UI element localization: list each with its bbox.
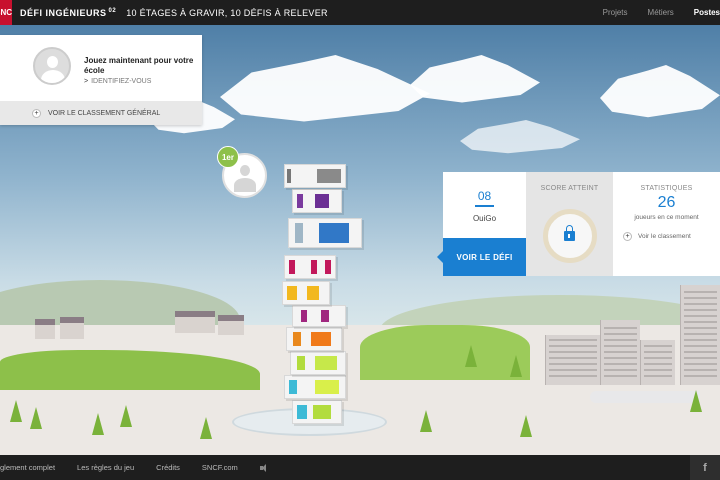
tower-floor-5[interactable] (292, 305, 346, 327)
identify-link[interactable]: > IDENTIFIEZ-VOUS (84, 77, 164, 87)
sncf-logo[interactable]: SNCF (0, 0, 12, 25)
rank-badge: 1er (217, 146, 239, 168)
tower-floor-8[interactable] (288, 218, 362, 248)
tree (520, 415, 532, 437)
players-subtitle: joueurs en ce moment (634, 214, 699, 221)
tree (690, 390, 702, 412)
tree (200, 417, 212, 439)
players-count: 26 (657, 194, 676, 211)
top-bar: SNCF DÉFI INGÉNIEURS02 10 ÉTAGES À GRAVI… (0, 0, 720, 25)
tower-floor-1[interactable] (292, 400, 342, 424)
building (680, 285, 720, 385)
cloud (410, 55, 540, 103)
cloud (220, 55, 430, 122)
level-info: 08 OuiGo VOIR LE DÉFI (437, 172, 526, 276)
level-panel: 08 OuiGo VOIR LE DÉFI SCORE ATTEINT STAT… (437, 172, 720, 276)
house (175, 311, 215, 333)
tower-floor-3[interactable] (290, 351, 346, 375)
tower-floor-6[interactable] (282, 281, 330, 305)
nav-postes[interactable]: Postes (694, 8, 720, 17)
tree (510, 355, 522, 377)
tower-floor-7[interactable] (284, 255, 336, 279)
tower-floor-2[interactable] (284, 375, 346, 399)
house (218, 315, 244, 335)
view-challenge-button[interactable]: VOIR LE DÉFI (437, 238, 526, 276)
level-name: OuiGo (472, 214, 497, 223)
house (35, 319, 55, 339)
level-divider (475, 205, 494, 207)
play-now-title: Jouez maintenant pour votre école (84, 56, 194, 75)
nav-metiers[interactable]: Métiers (648, 8, 674, 17)
general-ranking-button[interactable]: + VOIR LE CLASSEMENT GÉNÉRAL (0, 101, 202, 125)
user-avatar (33, 47, 71, 85)
lock-icon (564, 225, 575, 241)
score-label: SCORE ATTEINT (540, 185, 599, 192)
sound-icon[interactable] (259, 463, 270, 473)
footer-link-sncf[interactable]: SNCF.com (202, 463, 238, 472)
facebook-icon[interactable]: f (690, 455, 720, 480)
view-ranking-link[interactable]: + Voir le classement (623, 232, 718, 241)
tree (420, 410, 432, 432)
footer-bar: glement complet Les règles du jeu Crédit… (0, 455, 720, 480)
building (545, 335, 600, 385)
level-number: 08 (477, 189, 492, 203)
plus-icon: + (623, 232, 632, 241)
tower-floor-9[interactable] (292, 189, 342, 213)
building (600, 320, 640, 385)
footer-link-credits[interactable]: Crédits (156, 463, 180, 472)
top-nav: Projets Métiers Postes (583, 0, 720, 25)
tree (92, 413, 104, 435)
stats-label: STATISTIQUES (640, 185, 693, 192)
chevron-right-icon: > (84, 78, 89, 85)
footer-link-regles[interactable]: Les règles du jeu (77, 463, 134, 472)
tagline: 10 ÉTAGES À GRAVIR, 10 DÉFIS À RELEVER (126, 7, 328, 18)
nav-projets[interactable]: Projets (603, 8, 628, 17)
tower-floor-4[interactable] (286, 327, 342, 351)
score-ring (543, 209, 597, 263)
app-title: DÉFI INGÉNIEURS 02 (20, 7, 117, 18)
cloud (460, 120, 580, 154)
train (590, 391, 700, 403)
tower-floor-10[interactable] (284, 164, 346, 188)
cloud (600, 65, 720, 118)
plus-icon: + (32, 108, 41, 118)
score-section: SCORE ATTEINT (526, 172, 613, 276)
tree (120, 405, 132, 427)
stats-section: STATISTIQUES 26 joueurs en ce moment + V… (613, 172, 720, 276)
footer-link-reglement[interactable]: glement complet (0, 463, 55, 472)
house (60, 317, 84, 339)
tree (30, 407, 42, 429)
tree (10, 400, 22, 422)
grass-field (360, 325, 530, 380)
tree (465, 345, 477, 367)
building (640, 340, 675, 385)
school-card: Jouez maintenant pour votre école > IDENT… (0, 35, 202, 125)
